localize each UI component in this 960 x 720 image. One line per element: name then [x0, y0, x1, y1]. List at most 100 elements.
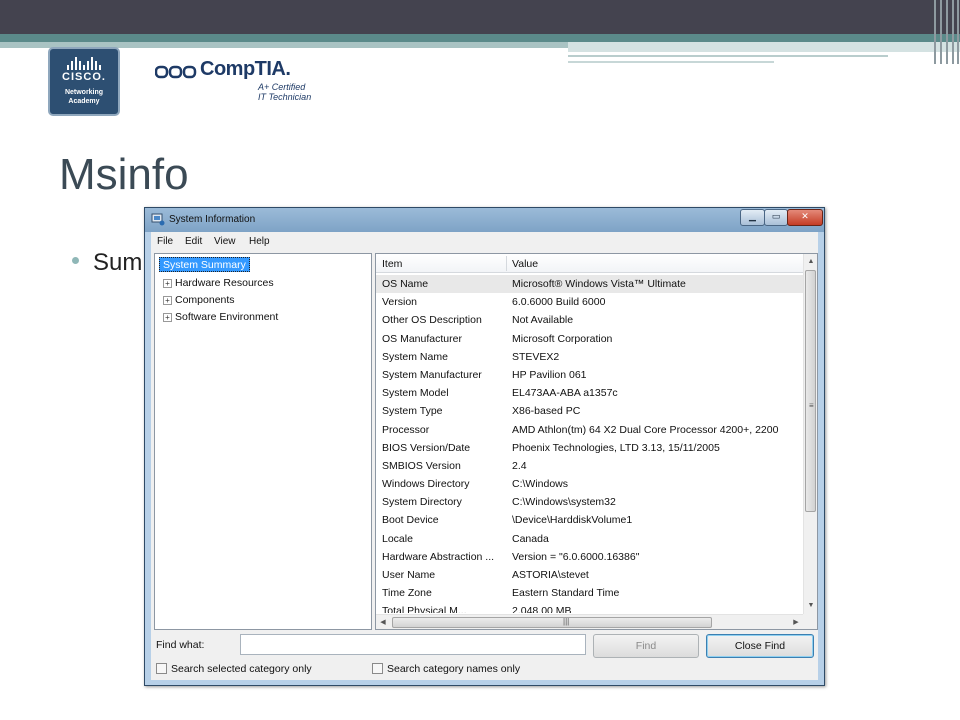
comptia-rings-icon [155, 65, 197, 79]
search-category-names-checkbox[interactable]: Search category names only [372, 662, 520, 675]
row-item: Total Physical M... [382, 605, 467, 613]
vertical-scroll-thumb[interactable]: ≡ [805, 270, 816, 512]
table-row[interactable]: Processor AMD Athlon(tm) 64 X2 Dual Core … [376, 421, 803, 439]
find-what-label: Find what: [156, 639, 205, 651]
scrollbar-corner [803, 614, 817, 629]
tree-item-software-environment[interactable]: + Software Environment [163, 310, 278, 324]
menu-help[interactable]: Help [249, 236, 270, 247]
checkbox-box[interactable] [156, 662, 167, 674]
window-client-area: File Edit View Help System Summary + Hard… [151, 232, 818, 680]
row-value: ASTORIA\stevet [512, 569, 589, 581]
category-tree[interactable]: System Summary + Hardware Resources + Comp… [154, 253, 372, 630]
row-item: Windows Directory [382, 478, 470, 491]
table-row[interactable]: BIOS Version/Date Phoenix Technologies, L… [376, 439, 803, 457]
row-value: HP Pavilion 061 [512, 368, 587, 381]
column-header-value[interactable]: Value [512, 258, 538, 270]
row-item: System Name [382, 350, 448, 363]
row-item: Boot Device [382, 514, 439, 527]
scroll-down-arrow-icon[interactable]: ▼ [804, 598, 817, 614]
checkbox-box[interactable] [372, 662, 383, 674]
table-row[interactable]: OS Name Microsoft® Windows Vista™ Ultimat… [376, 275, 803, 294]
table-row[interactable]: OS Manufacturer Microsoft Corporation [376, 330, 803, 348]
tree-item-hardware-resources[interactable]: + Hardware Resources [163, 276, 274, 290]
list-header: Item Value [376, 254, 803, 273]
close-find-button[interactable]: Close Find [706, 634, 814, 658]
column-header-item[interactable]: Item [382, 258, 402, 270]
row-item: Time Zone [382, 587, 432, 600]
cisco-logo: CISCO. Networking Academy [48, 47, 120, 116]
table-row[interactable]: Locale Canada [376, 530, 803, 548]
horizontal-scroll-thumb[interactable]: ||| [392, 617, 712, 628]
tree-item-components[interactable]: + Components [163, 293, 235, 307]
table-row[interactable]: SMBIOS Version 2.4 [376, 457, 803, 475]
bullet-dot-icon [72, 257, 79, 265]
row-value: 6.0.6000 Build 6000 [512, 296, 606, 309]
row-item: OS Manufacturer [382, 332, 462, 345]
expand-plus-icon[interactable]: + [163, 296, 172, 305]
system-info-app-icon [151, 213, 165, 226]
table-row[interactable]: System Manufacturer HP Pavilion 061 [376, 366, 803, 384]
table-row[interactable]: System Directory C:\Windows\system32 [376, 493, 803, 511]
table-row[interactable]: Boot Device \Device\HarddiskVolume1 [376, 511, 803, 529]
row-item: Hardware Abstraction ... [382, 550, 495, 563]
scroll-left-arrow-icon[interactable]: ◀ [376, 615, 390, 629]
row-item: System Model [382, 387, 449, 400]
row-value: C:\Windows [512, 478, 569, 491]
slide-header-stripe [0, 34, 960, 42]
row-item: System Manufacturer [382, 368, 482, 381]
menu-file[interactable]: File [157, 236, 173, 247]
row-item: System Directory [382, 496, 462, 509]
minimize-button[interactable]: ▁ [740, 209, 765, 226]
vertical-scrollbar[interactable]: ▲ ≡ ▼ [803, 254, 817, 614]
slide-title: Msinfo [59, 150, 189, 199]
table-row[interactable]: Other OS Description Not Available [376, 311, 803, 329]
horizontal-scrollbar[interactable]: ◀ ||| ▶ [376, 614, 803, 629]
tree-item-system-summary[interactable]: System Summary [159, 257, 250, 272]
row-item: Version [382, 296, 418, 309]
slide-rule-line [568, 55, 888, 57]
row-value: C:\Windows\system32 [512, 496, 616, 509]
scroll-right-arrow-icon[interactable]: ▶ [789, 615, 803, 629]
find-button[interactable]: Find [593, 634, 699, 658]
slide-header-bar [0, 0, 960, 34]
table-row[interactable]: Total Physical M... 2,048.00 MB [376, 602, 803, 613]
system-information-window: System Information ▁ ▭ ✕ File Edit View … [144, 207, 825, 686]
close-window-button[interactable]: ✕ [787, 209, 823, 226]
row-item: Processor [382, 423, 430, 436]
cisco-wordmark: CISCO. [62, 71, 106, 83]
row-value: 2,048.00 MB [512, 605, 572, 613]
table-row[interactable]: Windows Directory C:\Windows [376, 475, 803, 493]
comptia-logo: CompTIA. A+ Certified IT Technician [155, 58, 315, 108]
window-titlebar[interactable]: System Information ▁ ▭ ✕ [145, 208, 824, 232]
row-value: Eastern Standard Time [512, 587, 620, 600]
expand-plus-icon[interactable]: + [163, 279, 172, 288]
row-value: AMD Athlon(tm) 64 X2 Dual Core Processor… [512, 423, 779, 436]
menu-edit[interactable]: Edit [185, 236, 202, 247]
table-row[interactable]: System Model EL473AA-ABA a1357c [376, 384, 803, 402]
row-value: EL473AA-ABA a1357c [512, 387, 618, 400]
row-value: Microsoft Corporation [512, 332, 613, 345]
search-selected-category-checkbox[interactable]: Search selected category only [156, 662, 312, 675]
table-row[interactable]: User Name ASTORIA\stevet [376, 566, 803, 584]
row-value: \Device\HarddiskVolume1 [512, 514, 633, 527]
find-what-input[interactable] [240, 634, 586, 655]
slide-rule-line [568, 61, 774, 63]
scroll-up-arrow-icon[interactable]: ▲ [804, 254, 817, 270]
window-title: System Information [169, 214, 256, 225]
slide-header-stripe-right [568, 42, 960, 52]
table-row[interactable]: System Name STEVEX2 [376, 348, 803, 366]
row-item: Other OS Description [382, 314, 482, 327]
expand-plus-icon[interactable]: + [163, 313, 172, 322]
maximize-button[interactable]: ▭ [764, 209, 788, 226]
menu-bar: File Edit View Help [151, 232, 818, 250]
table-row[interactable]: Hardware Abstraction ... Version = "6.0.6… [376, 548, 803, 566]
menu-view[interactable]: View [214, 236, 236, 247]
table-row[interactable]: System Type X86-based PC [376, 402, 803, 420]
row-item: System Type [382, 405, 443, 418]
row-item: OS Name [382, 278, 429, 290]
table-row[interactable]: Time Zone Eastern Standard Time [376, 584, 803, 602]
row-value: X86-based PC [512, 405, 581, 418]
table-row[interactable]: Version 6.0.6000 Build 6000 [376, 293, 803, 311]
find-bar: Find what: Find Close Find Search select… [151, 632, 818, 680]
row-item: SMBIOS Version [382, 459, 461, 472]
